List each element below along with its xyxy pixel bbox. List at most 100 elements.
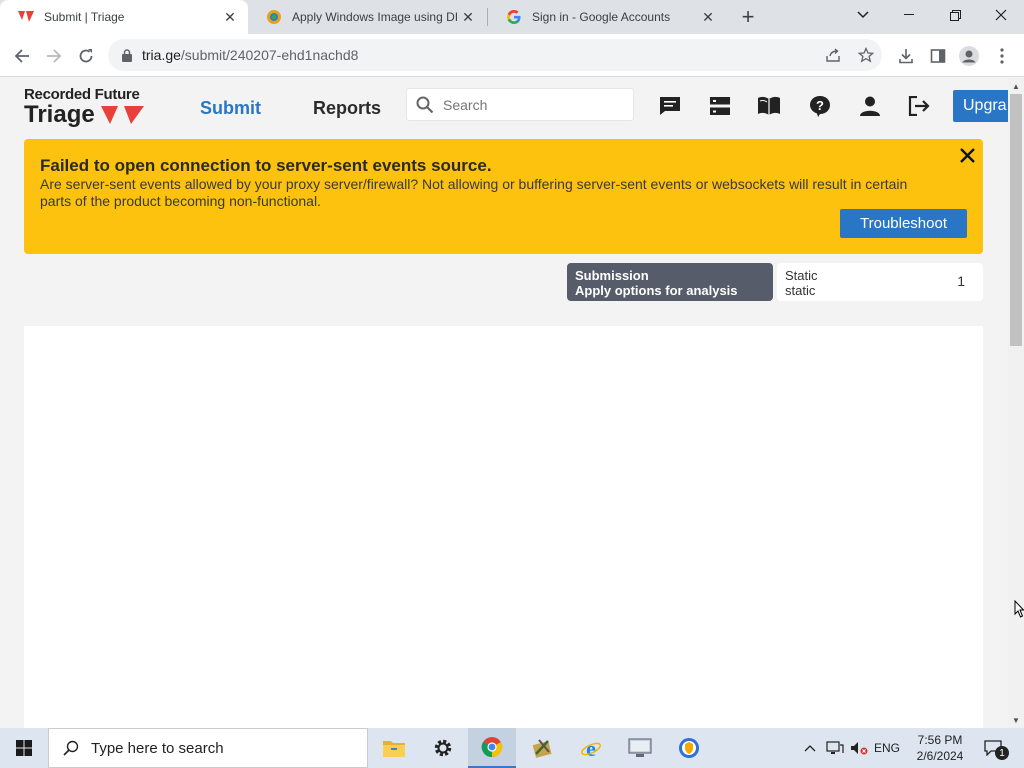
- minimize-button[interactable]: [886, 0, 932, 30]
- chevron-down-icon: [857, 11, 869, 19]
- notification-badge: 1: [995, 746, 1009, 760]
- search-icon: [63, 740, 79, 756]
- triage-logo[interactable]: Recorded Future Triage: [24, 86, 164, 130]
- clock-time: 7:56 PM: [917, 733, 963, 747]
- star-icon[interactable]: [857, 46, 875, 64]
- tab-triage[interactable]: Submit | Triage ✕: [0, 0, 248, 34]
- sse-warning-banner: Failed to open connection to server-sent…: [24, 139, 983, 254]
- restore-button[interactable]: [932, 0, 978, 30]
- nav-submit[interactable]: Submit: [200, 98, 261, 119]
- reload-icon: [79, 49, 93, 63]
- step-count: 1: [957, 273, 965, 289]
- step-subtitle: Apply options for analysis: [575, 283, 738, 298]
- new-tab-button[interactable]: +: [736, 4, 760, 29]
- browser-toolbar: tria.ge/submit/240207-ehd1nachd8: [0, 34, 1024, 77]
- brand-main: Triage: [24, 101, 95, 128]
- address-bar[interactable]: tria.ge/submit/240207-ehd1nachd8: [108, 39, 882, 71]
- url-host: tria.ge: [142, 47, 181, 63]
- user-icon[interactable]: [858, 94, 882, 118]
- close-icon[interactable]: ✕: [220, 7, 240, 27]
- lock-icon: [120, 48, 134, 62]
- forward-button[interactable]: [40, 42, 68, 70]
- windows-icon: [16, 740, 32, 756]
- close-icon: [995, 9, 1007, 21]
- close-icon[interactable]: ✕: [458, 7, 478, 27]
- main-content-panel: [24, 326, 983, 728]
- tab-google-accounts[interactable]: Sign in - Google Accounts ✕: [488, 0, 726, 34]
- upgrade-button[interactable]: Upgra: [953, 90, 1008, 122]
- minimize-icon: [904, 14, 914, 15]
- page-scrollbar[interactable]: ▲ ▼: [1008, 78, 1024, 728]
- clock-date: 2/6/2024: [916, 749, 964, 763]
- close-icon[interactable]: ✕: [698, 7, 718, 27]
- internet-explorer-icon[interactable]: e: [567, 728, 615, 768]
- chrome-icon[interactable]: [468, 728, 516, 768]
- chevron-up-icon[interactable]: [800, 728, 820, 768]
- server-icon[interactable]: [708, 94, 732, 118]
- triage-mark-icon: [100, 105, 145, 125]
- file-explorer-icon[interactable]: [370, 728, 418, 768]
- scroll-down-icon[interactable]: ▼: [1012, 716, 1020, 725]
- download-icon[interactable]: [895, 45, 917, 67]
- tab-title: Submit | Triage: [44, 10, 125, 24]
- step-subtitle: static: [785, 283, 816, 298]
- tab-title: Apply Windows Image using DIS: [292, 10, 458, 24]
- page-viewport: Recorded Future Triage Submit Reports ? …: [0, 78, 1008, 728]
- windows-taskbar: Type here to search e ENG 7:56 PM 2/6/20…: [0, 728, 1024, 768]
- remote-desktop-icon[interactable]: [616, 728, 664, 768]
- network-icon[interactable]: [824, 728, 846, 768]
- close-window-button[interactable]: [978, 0, 1024, 30]
- volume-muted-icon[interactable]: [848, 728, 870, 768]
- url-text: tria.ge/submit/240207-ehd1nachd8: [142, 47, 358, 63]
- taskbar-clock[interactable]: 7:56 PM 2/6/2024: [905, 732, 975, 764]
- triage-icon: [18, 9, 34, 25]
- tools-app-icon[interactable]: [518, 728, 566, 768]
- step-submission[interactable]: Submission Apply options for analysis: [567, 263, 773, 301]
- language-indicator[interactable]: ENG: [872, 728, 902, 768]
- tab-title: Sign in - Google Accounts: [532, 10, 671, 24]
- troubleshoot-button[interactable]: Troubleshoot: [840, 209, 967, 238]
- help-icon[interactable]: ?: [808, 94, 832, 118]
- search-box[interactable]: [406, 88, 634, 121]
- ms-icon: [266, 9, 282, 25]
- back-button[interactable]: [8, 42, 36, 70]
- tab-search-button[interactable]: [840, 0, 886, 30]
- close-icon: [959, 147, 975, 163]
- step-title: Static: [785, 268, 818, 283]
- shield-app-icon[interactable]: [665, 728, 713, 768]
- chat-icon[interactable]: [658, 94, 682, 118]
- profile-icon[interactable]: [958, 45, 980, 67]
- start-button[interactable]: [0, 728, 48, 768]
- search-icon: [415, 95, 435, 115]
- restore-icon: [949, 9, 961, 21]
- book-icon[interactable]: [757, 94, 781, 118]
- logout-icon[interactable]: [907, 94, 931, 118]
- reload-button[interactable]: [72, 42, 100, 70]
- tab-windows-image[interactable]: Apply Windows Image using DIS ✕: [248, 0, 486, 34]
- notification-icon[interactable]: 1: [980, 728, 1009, 768]
- svg-text:e: e: [586, 737, 596, 759]
- nav-reports[interactable]: Reports: [313, 98, 381, 119]
- brand-main-row: Triage: [24, 103, 164, 127]
- taskbar-search-box[interactable]: Type here to search: [48, 728, 368, 768]
- scroll-up-icon[interactable]: ▲: [1012, 82, 1020, 91]
- scrollbar-thumb[interactable]: [1010, 94, 1022, 346]
- kebab-menu-icon[interactable]: [991, 45, 1013, 67]
- close-banner-button[interactable]: [957, 145, 977, 165]
- mouse-cursor-icon: [1014, 600, 1024, 618]
- settings-gear-icon[interactable]: [419, 728, 467, 768]
- banner-title: Failed to open connection to server-sent…: [40, 156, 492, 175]
- svg-text:?: ?: [816, 98, 824, 113]
- taskbar-search-placeholder: Type here to search: [91, 739, 224, 757]
- url-path: /submit/240207-ehd1nachd8: [180, 47, 359, 63]
- google-icon: [506, 9, 522, 25]
- search-input[interactable]: [443, 96, 623, 113]
- side-panel-icon[interactable]: [927, 45, 949, 67]
- banner-message: Are server-sent events allowed by your p…: [40, 176, 908, 209]
- browser-tab-strip: Submit | Triage ✕ Apply Windows Image us…: [0, 0, 1024, 34]
- share-icon[interactable]: [824, 46, 842, 64]
- arrow-left-icon: [14, 49, 29, 63]
- step-static[interactable]: Static static 1: [777, 263, 983, 301]
- arrow-right-icon: [47, 49, 62, 63]
- step-title: Submission: [575, 268, 649, 283]
